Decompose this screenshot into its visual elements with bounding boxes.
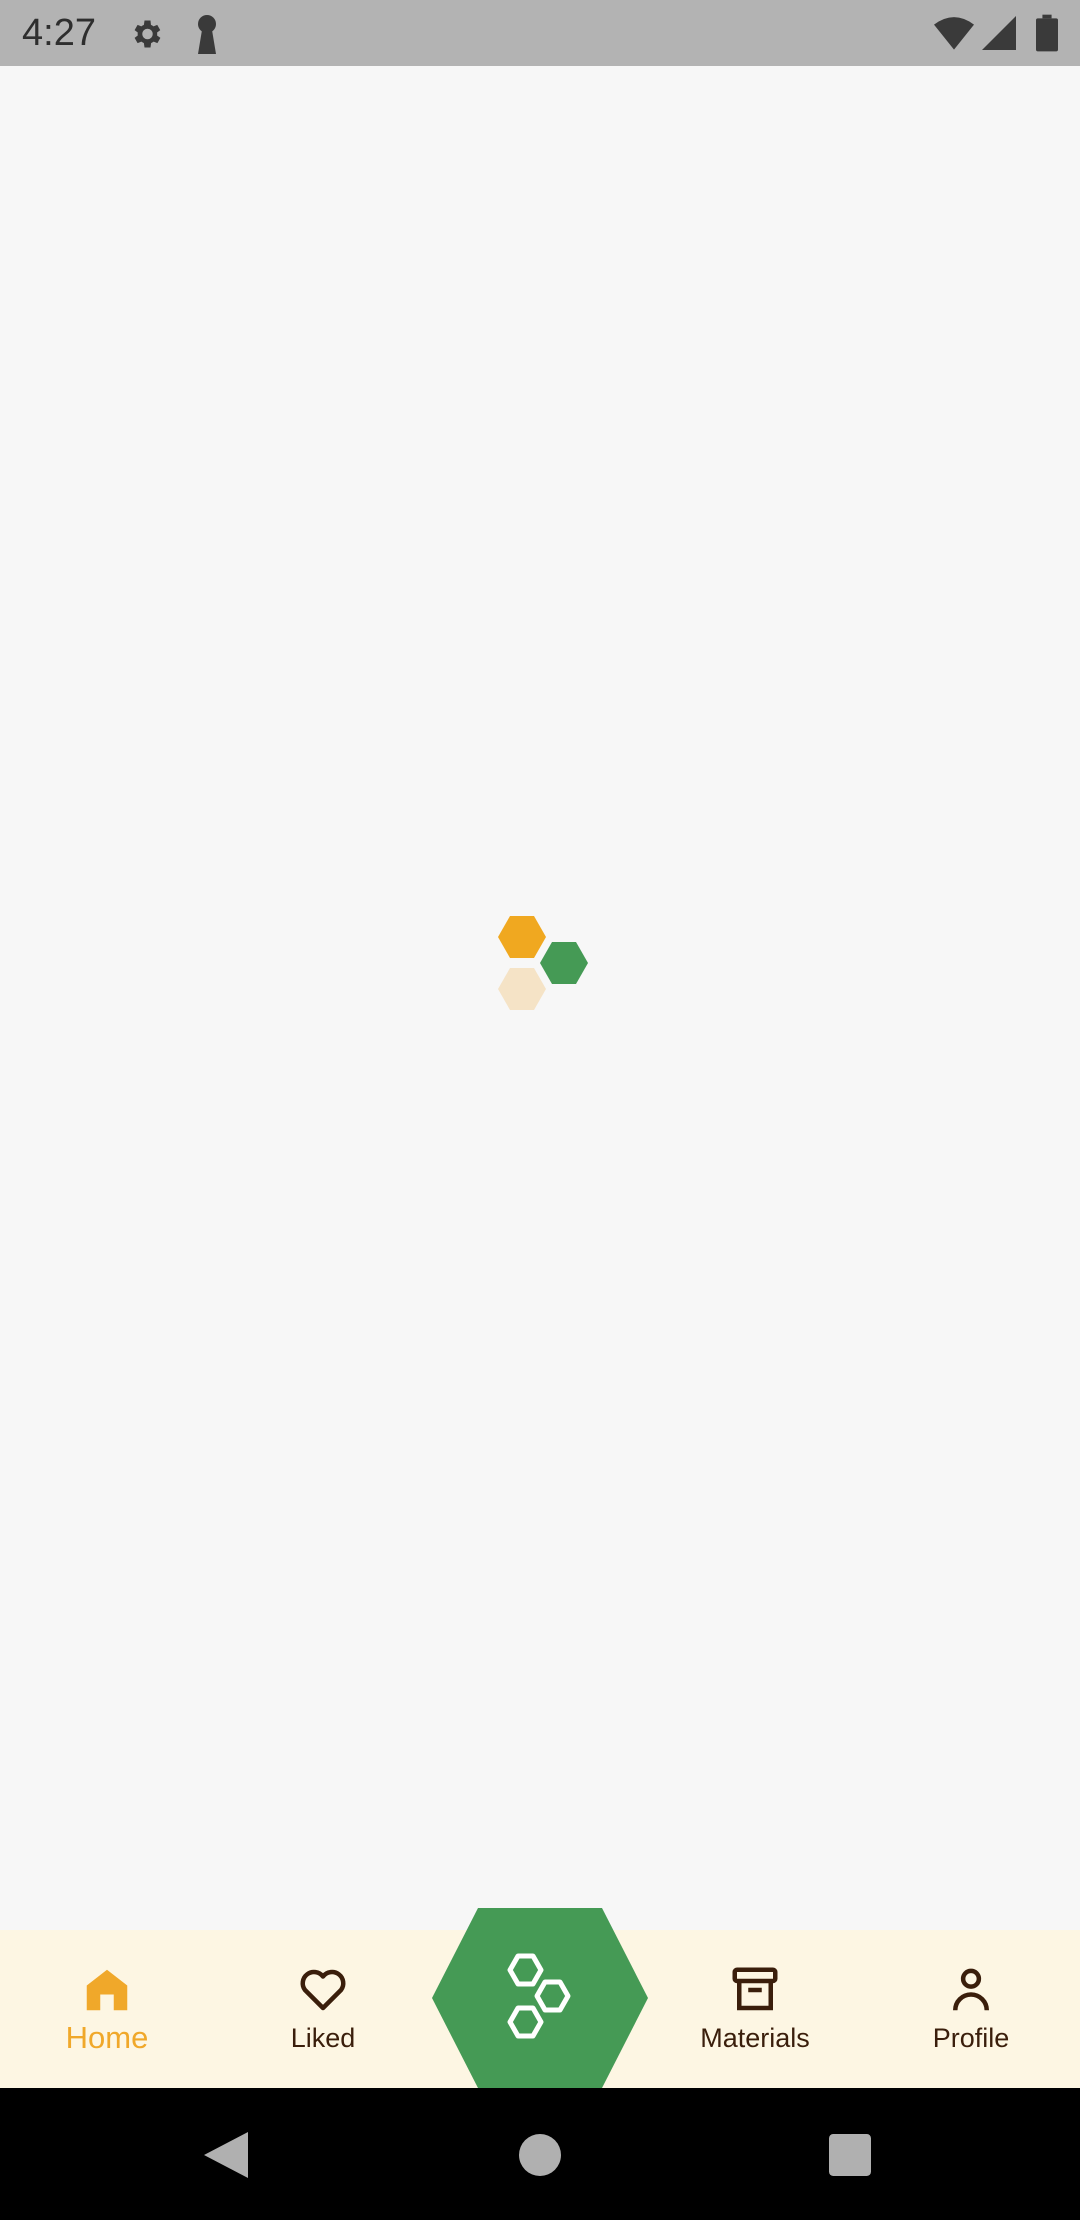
nav-item-materials[interactable]: Materials: [680, 1930, 830, 2088]
nav-label-profile: Profile: [932, 2023, 1010, 2053]
loading-hexagons-icon: [498, 916, 588, 1010]
status-time: 4:27: [22, 12, 96, 54]
battery-icon: [1036, 14, 1058, 52]
loader-hex-orange: [498, 916, 546, 958]
settings-icon: [134, 20, 161, 48]
keyhole-icon: [198, 15, 216, 54]
signal-icon: [982, 16, 1016, 50]
status-bar: 4:27: [0, 0, 1080, 66]
app-screen: 4:27 Home Liked Materials Profile: [0, 0, 1080, 2220]
heart-icon: [300, 1969, 346, 2011]
wifi-icon: [934, 17, 974, 50]
nav-item-profile[interactable]: Profile: [896, 1930, 1046, 2088]
archive-box-icon: [732, 1967, 778, 2011]
back-icon[interactable]: [204, 2132, 248, 2178]
system-navigation-bar: [0, 2088, 1080, 2220]
center-action-button[interactable]: [432, 1908, 648, 2088]
home-icon: [86, 1969, 128, 2011]
nav-item-home[interactable]: Home: [32, 1930, 182, 2088]
loader-hex-beige: [498, 968, 546, 1010]
nav-label-home: Home: [65, 2020, 149, 2055]
nav-label-liked: Liked: [290, 2023, 356, 2053]
nav-label-materials: Materials: [700, 2023, 810, 2053]
nav-item-liked[interactable]: Liked: [248, 1930, 398, 2088]
person-icon: [953, 1968, 989, 2011]
home-circle-icon[interactable]: [519, 2134, 561, 2176]
recents-icon[interactable]: [829, 2134, 871, 2176]
loader-hex-green: [540, 942, 588, 984]
